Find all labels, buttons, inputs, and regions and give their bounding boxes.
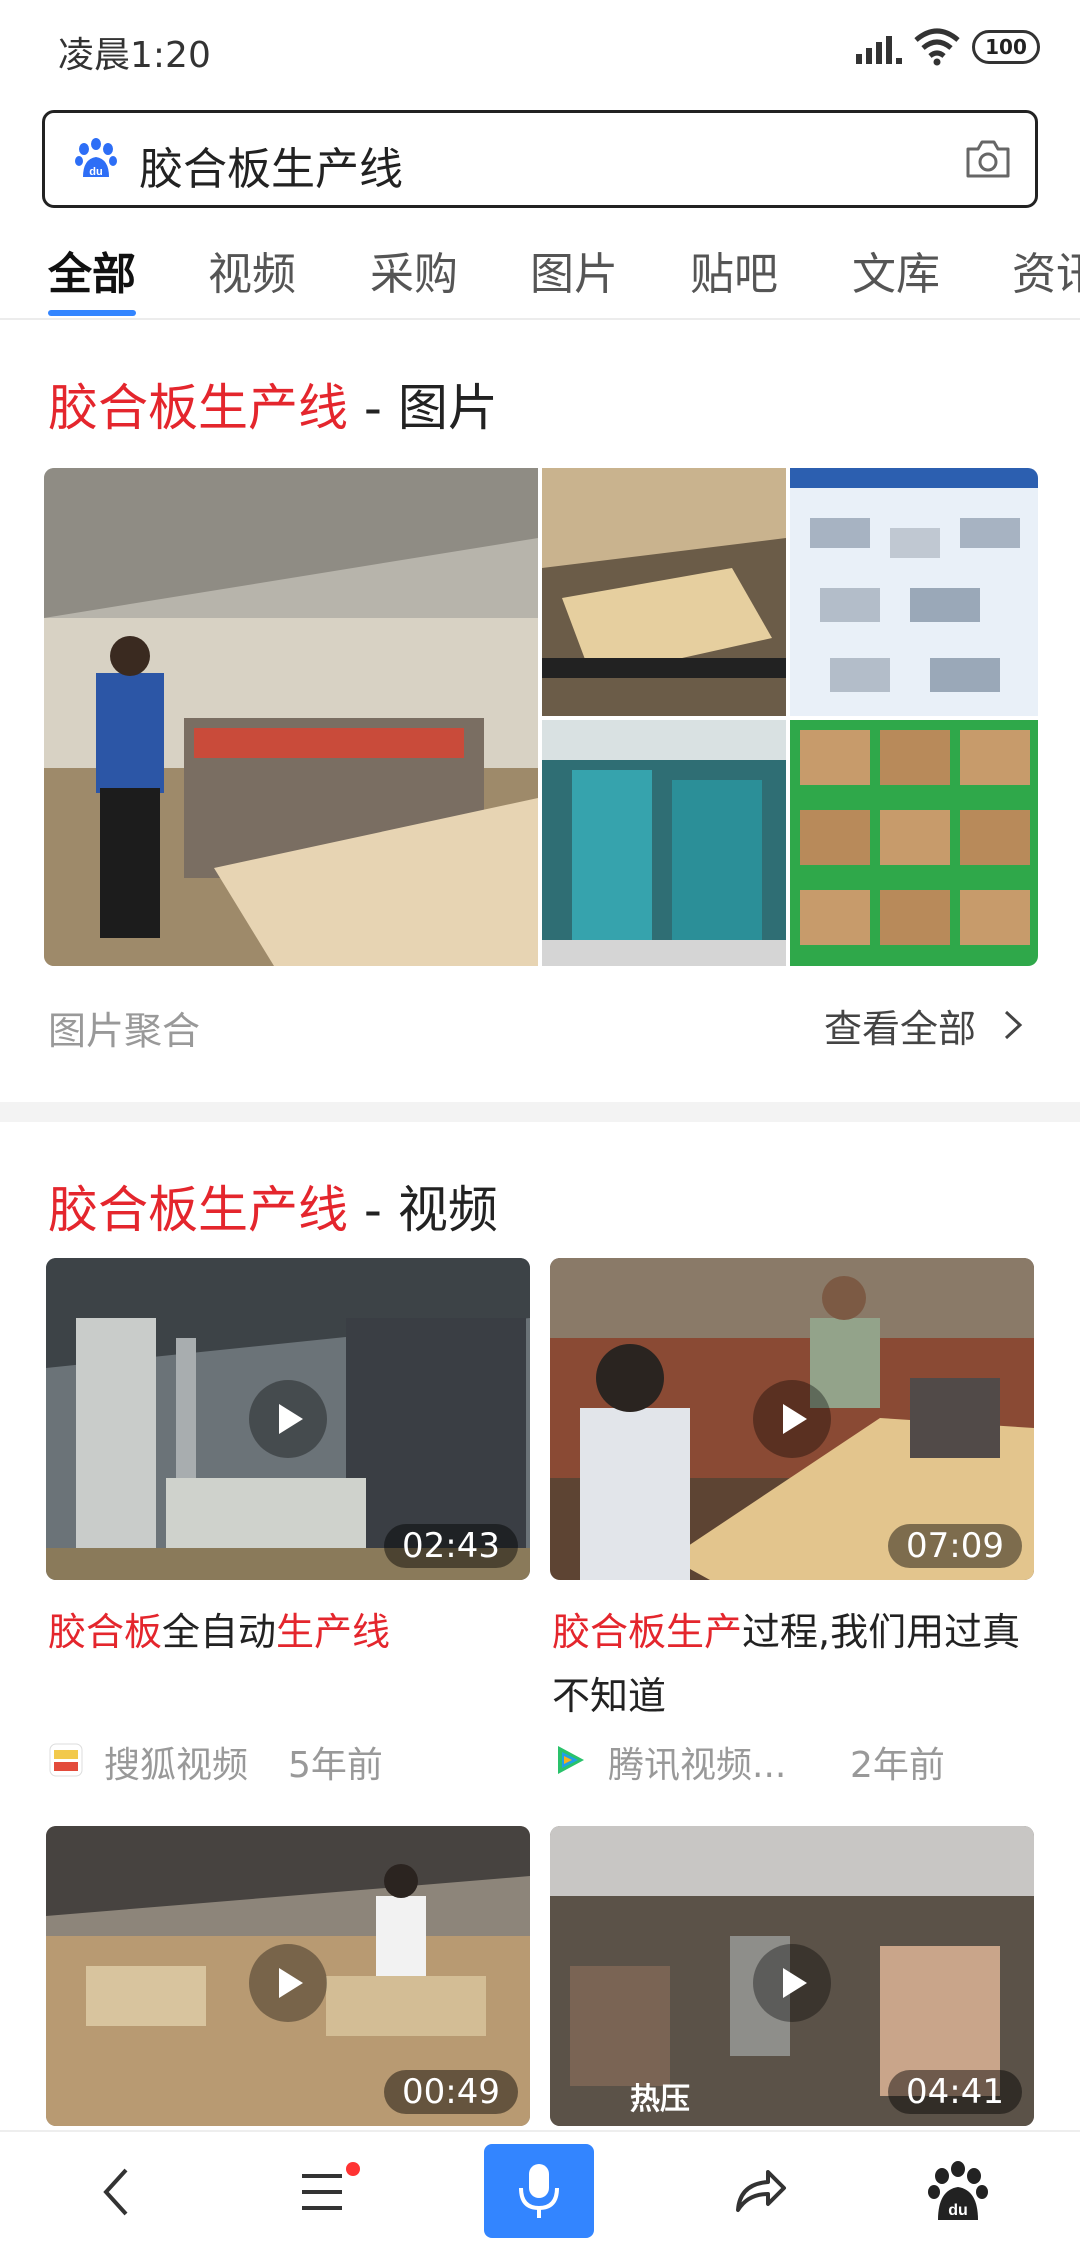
video-age-1: 5年前 (288, 1745, 383, 1786)
wifi-icon (914, 28, 960, 66)
play-icon (249, 1380, 327, 1458)
video-title-1[interactable]: 胶合板全自动生产线 (48, 1600, 532, 1664)
video-title-2[interactable]: 胶合板生产过程,我们用过真不知道 (552, 1600, 1032, 1728)
section-divider (0, 1102, 1080, 1122)
image-result-main[interactable] (44, 468, 538, 966)
play-icon (249, 1944, 327, 2022)
view-all-link[interactable]: 查看全部 (824, 998, 976, 1053)
tab-tieba[interactable]: 贴吧 (690, 238, 778, 302)
video-duration: 04:41 (888, 2070, 1022, 2114)
microphone-icon (519, 2164, 559, 2218)
video-title-1-kw2: 生产线 (276, 1610, 391, 1654)
tab-active-indicator (48, 310, 136, 316)
share-icon[interactable] (718, 2152, 798, 2232)
tab-bar: 全部 视频 采购 图片 贴吧 文库 资讯 (0, 230, 1080, 320)
video-overlay-caption: 热压 (630, 2082, 690, 2117)
video-title-1-kw1: 胶合板 (48, 1610, 163, 1654)
voice-search-button[interactable] (484, 2144, 594, 2238)
camera-icon[interactable] (963, 137, 1013, 181)
notification-dot (346, 2162, 360, 2176)
image-aggregate-label: 图片聚合 (48, 1009, 201, 1053)
video-source-1: 搜狐视频 (104, 1745, 249, 1786)
video-section-title[interactable]: 胶合板生产线 - 视频 (48, 1170, 498, 1242)
video-duration: 07:09 (888, 1524, 1022, 1568)
image-result-5[interactable] (790, 720, 1038, 966)
play-icon (753, 1944, 831, 2022)
image-section-title[interactable]: 胶合板生产线 - 图片 (48, 368, 498, 440)
search-box[interactable]: du 胶合板生产线 (42, 110, 1038, 208)
status-bar: 凌晨1:20 100 (0, 0, 1080, 100)
tab-wenku[interactable]: 文库 (852, 238, 940, 302)
video-section-keyword: 胶合板生产线 (48, 1181, 348, 1239)
video-duration: 00:49 (384, 2070, 518, 2114)
chevron-right-icon[interactable] (1000, 1008, 1026, 1042)
video-thumbnail-2[interactable]: 07:09 (550, 1258, 1034, 1580)
back-icon[interactable] (78, 2152, 158, 2232)
video-title-1-mid: 全自动 (162, 1610, 277, 1654)
svg-text:du: du (89, 166, 102, 178)
video-thumbnail-3[interactable]: 00:49 (46, 1826, 530, 2126)
video-source-2: 腾讯视频... (608, 1745, 787, 1786)
video-title-2-kw: 胶合板生产 (552, 1610, 743, 1654)
play-icon (753, 1380, 831, 1458)
image-section-keyword: 胶合板生产线 (48, 379, 348, 437)
status-time: 凌晨1:20 (58, 35, 211, 76)
tab-all[interactable]: 全部 (48, 238, 136, 302)
image-result-2[interactable] (542, 468, 786, 716)
search-input[interactable]: 胶合板生产线 (139, 133, 403, 197)
baidu-home-icon[interactable]: du (918, 2152, 998, 2232)
image-result-4[interactable] (542, 720, 786, 966)
video-age-2: 2年前 (850, 1745, 945, 1786)
video-thumbnail-4[interactable]: 热压 04:41 (550, 1826, 1034, 2126)
bottom-navigation: du (0, 2130, 1080, 2248)
tab-images[interactable]: 图片 (530, 238, 618, 302)
image-section-suffix: - 图片 (348, 379, 498, 437)
image-result-3[interactable] (790, 468, 1038, 716)
sohu-video-icon (49, 1743, 83, 1777)
video-section-suffix: - 视频 (348, 1181, 498, 1239)
tab-purchase[interactable]: 采购 (370, 238, 458, 302)
tencent-video-icon (558, 1746, 584, 1774)
svg-text:du: du (948, 2202, 968, 2219)
video-thumbnail-1[interactable]: 02:43 (46, 1258, 530, 1580)
baidu-paw-icon: du (75, 138, 117, 178)
tab-video[interactable]: 视频 (208, 238, 296, 302)
video-duration: 02:43 (384, 1524, 518, 1568)
tab-news[interactable]: 资讯 (1012, 238, 1080, 302)
signal-icon (856, 36, 902, 64)
battery-indicator: 100 (972, 30, 1040, 64)
